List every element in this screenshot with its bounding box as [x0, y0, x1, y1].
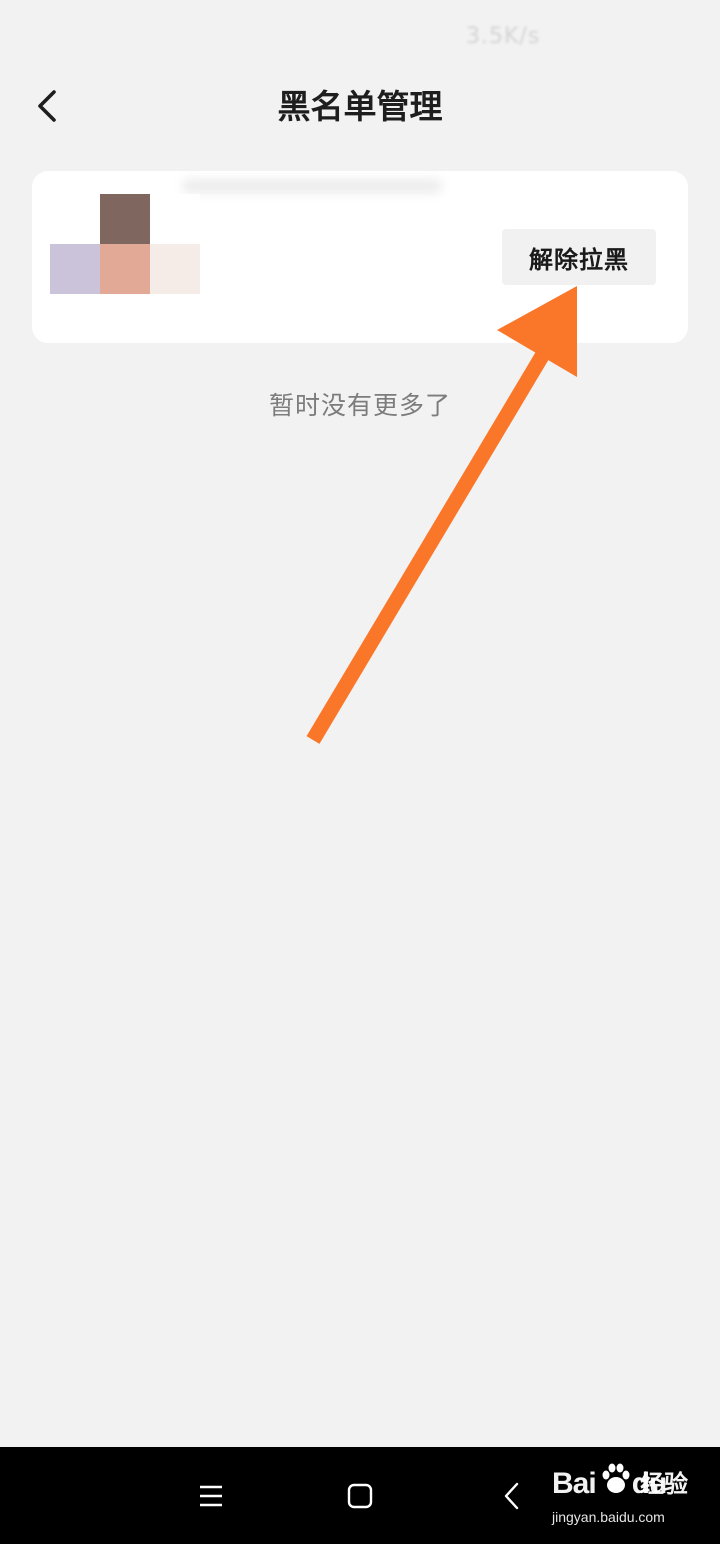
home-square-icon	[347, 1483, 373, 1509]
page-title: 黑名单管理	[277, 87, 443, 126]
watermark-product: 经验	[640, 1470, 688, 1498]
system-back-button[interactable]	[487, 1471, 537, 1521]
menu-button[interactable]	[186, 1471, 236, 1521]
unblock-button[interactable]: 解除拉黑	[502, 229, 656, 285]
avatar-pixel	[100, 244, 150, 294]
avatar[interactable]	[50, 194, 200, 294]
paw-icon	[602, 1463, 630, 1493]
home-button[interactable]	[335, 1471, 385, 1521]
menu-icon	[200, 1485, 222, 1507]
system-nav-bar: Bai du 经验 jingyan.baidu.com	[0, 1447, 720, 1544]
network-speed: 3.5K/s	[466, 24, 541, 49]
watermark-url: jingyan.baidu.com	[552, 1509, 665, 1525]
baidu-jingyan-watermark: Bai du 经验 jingyan.baidu.com	[550, 1461, 710, 1537]
avatar-pixel	[150, 244, 200, 294]
avatar-pixel	[50, 194, 100, 244]
blacklist-item: 解除拉黑	[32, 171, 688, 343]
avatar-pixel	[50, 244, 100, 294]
blurred-username	[182, 179, 442, 193]
avatar-pixel	[100, 194, 150, 244]
end-of-list-text: 暂时没有更多了	[268, 391, 451, 420]
avatar-pixel	[150, 194, 200, 244]
back-chevron-icon	[504, 1482, 519, 1510]
